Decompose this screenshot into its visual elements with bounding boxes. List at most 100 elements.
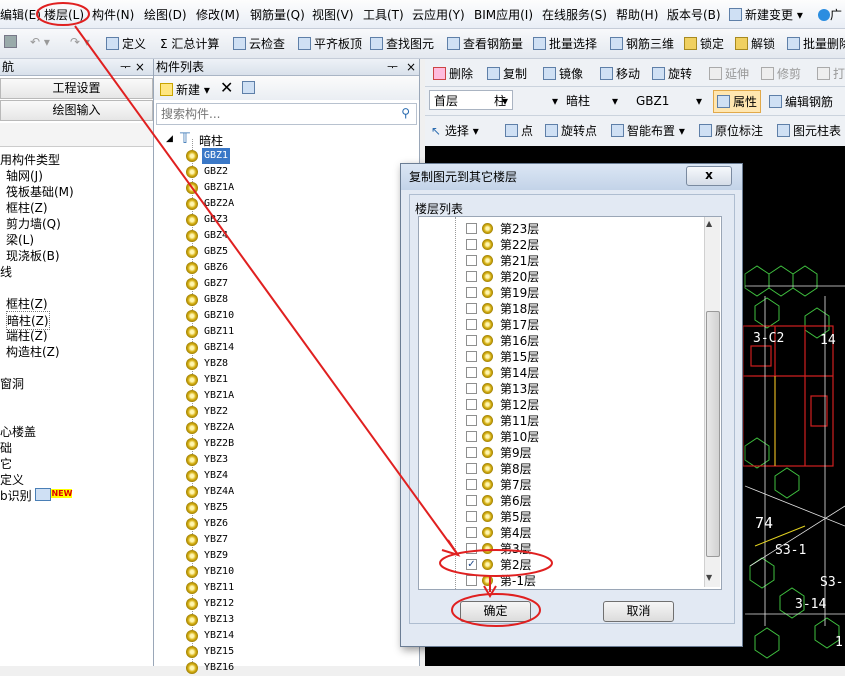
move-button[interactable]: 移动 [600, 65, 640, 82]
floor-row[interactable]: 第20层 [419, 269, 699, 285]
component-item[interactable]: YBZ15 [202, 644, 236, 660]
component-item[interactable]: YBZ3 [202, 452, 230, 468]
search-icon[interactable]: ⚲ [401, 106, 410, 120]
select-button[interactable]: ↖ 选择 ▾ [431, 122, 479, 139]
column-table-button[interactable]: 图元柱表 [777, 122, 841, 139]
tree-item-custom[interactable]: 定义 [0, 471, 24, 488]
extend-button[interactable]: 延伸 [709, 65, 749, 82]
tree-category[interactable]: 用构件类型 [0, 151, 60, 168]
component-item[interactable]: YBZ9 [202, 548, 230, 564]
floor-row[interactable]: 第19层 [419, 285, 699, 301]
save-icon[interactable] [4, 35, 20, 49]
floor-row[interactable]: 第23层 [419, 221, 699, 237]
drawing-input-button[interactable]: 绘图输入 [0, 100, 153, 121]
undo-icon[interactable]: ↶ ▾ [30, 35, 50, 49]
floor-checkbox[interactable] [466, 479, 477, 490]
floor-checkbox[interactable] [466, 287, 477, 298]
component-item[interactable]: GBZ4 [202, 228, 230, 244]
component-item[interactable]: YBZ2A [202, 420, 236, 436]
component-item[interactable]: YBZ4A [202, 484, 236, 500]
floor-list-scrollbar[interactable]: ▲ ▼ [704, 217, 720, 587]
ok-button[interactable]: 确定 [460, 601, 531, 622]
define-button[interactable]: 定义 [106, 35, 146, 52]
cancel-button[interactable]: 取消 [603, 601, 674, 622]
component-item[interactable]: YBZ5 [202, 500, 230, 516]
smart-layout-button[interactable]: 智能布置 ▾ [611, 122, 685, 139]
component-item[interactable]: GBZ8 [202, 292, 230, 308]
floor-row[interactable]: 第17层 [419, 317, 699, 333]
floor-row[interactable]: 第7层 [419, 477, 699, 493]
menu-online[interactable]: 在线服务(S) [542, 6, 607, 23]
tree-item-frame-column[interactable]: 框柱(Z) [6, 199, 48, 216]
rotate-button[interactable]: 旋转 [652, 65, 692, 82]
scroll-up-icon[interactable]: ▲ [706, 219, 712, 228]
new-component-button[interactable]: 新建 ▾ [160, 81, 210, 98]
find-element-button[interactable]: 查找图元 [370, 35, 434, 52]
menu-component[interactable]: 构件(N) [92, 6, 134, 23]
component-item[interactable]: YBZ1 [202, 372, 230, 388]
floor-row[interactable]: 第18层 [419, 301, 699, 317]
floor-checkbox[interactable] [466, 367, 477, 378]
floor-checkbox[interactable] [466, 399, 477, 410]
menu-help[interactable]: 帮助(H) [616, 6, 658, 23]
component-item[interactable]: YBZ7 [202, 532, 230, 548]
floor-checkbox[interactable]: ✓ [466, 559, 477, 570]
in-place-annotation-button[interactable]: 原位标注 [699, 122, 763, 139]
menu-version[interactable]: 版本号(B) [667, 6, 721, 23]
rotate-point-button[interactable]: 旋转点 [545, 122, 597, 139]
component-item[interactable]: GBZ2A [202, 196, 236, 212]
tree-item-line[interactable]: 线 [0, 263, 12, 280]
view-rebar-button[interactable]: 查看钢筋量 [447, 35, 523, 52]
component-item[interactable]: GBZ1 [202, 148, 231, 164]
properties-button[interactable]: 属性 [713, 90, 762, 113]
component-item[interactable]: YBZ12 [202, 596, 236, 612]
component-item[interactable]: YBZ8 [202, 356, 230, 372]
cloud-check-button[interactable]: 云检查 [233, 35, 285, 52]
menu-new-change[interactable]: 新建变更 ▾ [729, 6, 803, 23]
floor-row[interactable]: 第3层 [419, 541, 699, 557]
floor-row[interactable]: 第8层 [419, 461, 699, 477]
copy-component-icon[interactable] [242, 81, 258, 95]
component-panel-close-icon[interactable]: × [406, 59, 416, 75]
component-item[interactable]: YBZ16 [202, 660, 236, 676]
floor-row[interactable]: 第10层 [419, 429, 699, 445]
component-item[interactable]: YBZ11 [202, 580, 236, 596]
component-item[interactable]: GBZ10 [202, 308, 236, 324]
floor-row[interactable]: 第4层 [419, 525, 699, 541]
floor-checkbox[interactable] [466, 351, 477, 362]
delete-button[interactable]: 删除 [433, 65, 473, 82]
mirror-button[interactable]: 镜像 [543, 65, 583, 82]
component-search[interactable]: ⚲ [156, 103, 417, 125]
floor-checkbox[interactable] [466, 271, 477, 282]
floor-checkbox[interactable] [466, 239, 477, 250]
component-item[interactable]: YBZ14 [202, 628, 236, 644]
floor-row[interactable]: ✓ 第2层 [419, 557, 699, 573]
component-item[interactable]: YBZ10 [202, 564, 236, 580]
floor-row[interactable]: 第11层 [419, 413, 699, 429]
tree-item-raft[interactable]: 筏板基础(M) [6, 183, 74, 200]
redo-icon[interactable]: ↷ ▾ [70, 35, 90, 49]
tree-item-frame-column-2[interactable]: 框柱(Z) [6, 295, 48, 312]
component-item[interactable]: GBZ1A [202, 180, 236, 196]
floor-checkbox[interactable] [466, 255, 477, 266]
menu-modify[interactable]: 修改(M) [196, 6, 240, 23]
component-item[interactable]: YBZ2 [202, 404, 230, 420]
floor-row[interactable]: 第15层 [419, 349, 699, 365]
tree-item-structural-column[interactable]: 构造柱(Z) [6, 343, 60, 360]
component-item[interactable]: GBZ11 [202, 324, 236, 340]
menu-extra[interactable]: 广 [818, 6, 842, 23]
floor-checkbox[interactable] [466, 575, 477, 586]
tree-item-foundation[interactable]: 础 [0, 439, 12, 456]
floor-checkbox[interactable] [466, 335, 477, 346]
menu-tools[interactable]: 工具(T) [363, 6, 404, 23]
pin-icon[interactable]: ᅮ [387, 59, 398, 75]
tree-item-hollow-slab[interactable]: 心楼盖 [0, 423, 36, 440]
scroll-thumb[interactable] [706, 311, 720, 557]
project-settings-button[interactable]: 工程设置 [0, 78, 153, 99]
tree-item-recognize[interactable]: b识别 NEW [0, 487, 73, 504]
component-item[interactable]: YBZ13 [202, 612, 236, 628]
left-panel-close[interactable]: ᅮ × [120, 59, 145, 75]
copy-button[interactable]: 复制 [487, 65, 527, 82]
lock-button[interactable]: 锁定 [684, 35, 724, 52]
component-item[interactable]: GBZ14 [202, 340, 236, 356]
